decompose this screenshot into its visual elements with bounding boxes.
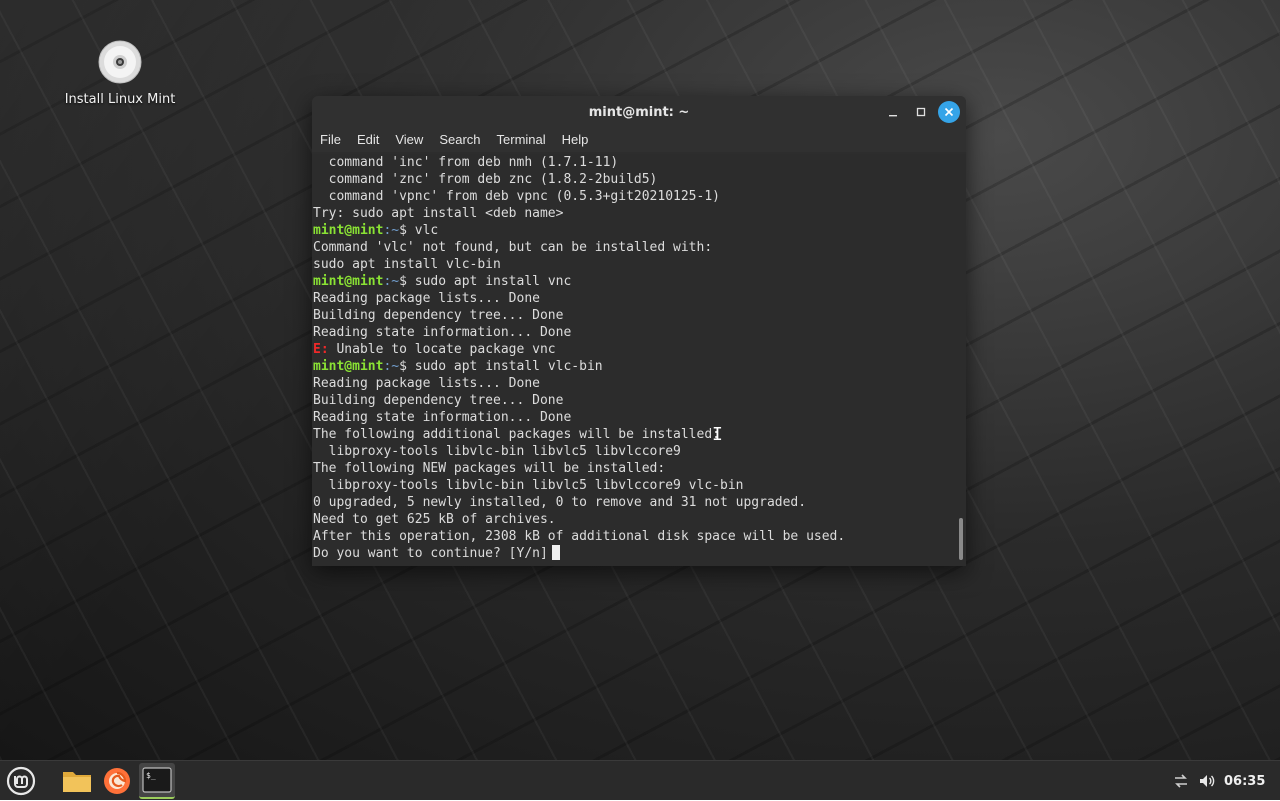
line-text: command 'vpnc' from deb vpnc (0.5.3+git2… <box>313 189 720 204</box>
terminal-line: mint@mint:~$ sudo apt install vnc <box>313 273 845 290</box>
terminal-icon: $_ <box>142 767 172 793</box>
disc-icon <box>98 40 142 84</box>
prompt-path: :~ <box>383 223 400 238</box>
terminal-line: E: Unable to locate package vnc <box>313 341 845 358</box>
terminal-line: Do you want to continue? [Y/n] <box>313 545 845 562</box>
terminal-line: Command 'vlc' not found, but can be inst… <box>313 239 845 256</box>
terminal-line: Reading package lists... Done <box>313 290 845 307</box>
line-text: sudo apt install vlc-bin <box>313 257 501 272</box>
network-icon <box>1175 774 1187 788</box>
network-tray[interactable] <box>1172 761 1190 801</box>
terminal-line: Need to get 625 kB of archives. <box>313 511 845 528</box>
prompt-user: mint@mint <box>313 274 384 289</box>
line-text: command 'znc' from deb znc (1.8.2-2build… <box>313 172 658 187</box>
prompt-path: :~ <box>383 274 400 289</box>
menu-help[interactable]: Help <box>554 128 597 152</box>
terminal-line: Reading state information... Done <box>313 324 845 341</box>
terminal-line: Reading package lists... Done <box>313 375 845 392</box>
menu-edit[interactable]: Edit <box>349 128 387 152</box>
prompt-user: mint@mint <box>313 223 384 238</box>
terminal-line: 0 upgraded, 5 newly installed, 0 to remo… <box>313 494 845 511</box>
terminal-line: Building dependency tree... Done <box>313 392 845 409</box>
terminal-line: mint@mint:~$ vlc <box>313 222 845 239</box>
terminal-line: Building dependency tree... Done <box>313 307 845 324</box>
mint-logo-icon <box>6 766 36 796</box>
line-text: The following NEW packages will be insta… <box>313 461 666 476</box>
line-text: 0 upgraded, 5 newly installed, 0 to remo… <box>313 495 807 510</box>
firefox-launcher[interactable] <box>99 763 135 799</box>
command-text: vlc <box>414 223 439 238</box>
close-icon <box>944 107 954 117</box>
line-text: Unable to locate package vnc <box>328 342 556 357</box>
terminal-line: mint@mint:~$ sudo apt install vlc-bin <box>313 358 845 375</box>
line-text: Do you want to continue? [Y/n] <box>313 546 548 561</box>
line-text: libproxy-tools libvlc-bin libvlc5 libvlc… <box>313 444 681 459</box>
menu-bar: File Edit View Search Terminal Help <box>312 128 966 152</box>
menu-file[interactable]: File <box>312 128 349 152</box>
error-prefix: E: <box>313 342 329 357</box>
firefox-icon <box>104 768 130 794</box>
prompt-path: :~ <box>383 359 400 374</box>
terminal-line: libproxy-tools libvlc-bin libvlc5 libvlc… <box>313 477 845 494</box>
minimize-button[interactable] <box>882 101 904 123</box>
panel-clock[interactable]: 06:35 <box>1224 761 1265 801</box>
terminal-line: command 'vpnc' from deb vpnc (0.5.3+git2… <box>313 188 845 205</box>
window-controls <box>882 101 960 123</box>
terminal-line: The following additional packages will b… <box>313 426 845 443</box>
line-text: Building dependency tree... Done <box>313 308 564 323</box>
menu-view[interactable]: View <box>387 128 431 152</box>
minimize-icon <box>889 115 897 117</box>
line-text: Try: sudo apt install <deb name> <box>313 206 564 221</box>
volume-tray[interactable] <box>1198 761 1216 801</box>
maximize-button[interactable] <box>910 101 932 123</box>
terminal-cursor <box>551 545 560 560</box>
terminal-taskbar-button[interactable]: $_ <box>139 763 175 799</box>
line-text: libproxy-tools libvlc-bin libvlc5 libvlc… <box>313 478 744 493</box>
line-text: Reading package lists... Done <box>313 376 540 391</box>
terminal-lines: command 'inc' from deb nmh (1.7.1-11) co… <box>313 154 845 562</box>
prompt-symbol: $ <box>399 223 415 238</box>
desktop-icon-install-linux-mint[interactable]: Install Linux Mint <box>64 40 176 107</box>
volume-icon <box>1200 775 1215 787</box>
menu-search[interactable]: Search <box>431 128 488 152</box>
close-button[interactable] <box>938 101 960 123</box>
terminal-line: After this operation, 2308 kB of additio… <box>313 528 845 545</box>
terminal-window[interactable]: mint@mint: ~ File Edit View Search Termi… <box>312 96 966 566</box>
taskbar-panel: $_ 06:35 <box>0 760 1280 800</box>
menu-terminal[interactable]: Terminal <box>489 128 554 152</box>
terminal-line: sudo apt install vlc-bin <box>313 256 845 273</box>
line-text: The following additional packages will b… <box>313 427 720 442</box>
prompt-user: mint@mint <box>313 359 384 374</box>
folder-icon <box>63 772 91 792</box>
terminal-line: The following NEW packages will be insta… <box>313 460 845 477</box>
line-text: Reading package lists... Done <box>313 291 540 306</box>
line-text: Building dependency tree... Done <box>313 393 564 408</box>
command-text: sudo apt install vnc <box>414 274 572 289</box>
line-text: Reading state information... Done <box>313 325 572 340</box>
maximize-icon <box>916 107 926 117</box>
line-text: Reading state information... Done <box>313 410 572 425</box>
desktop-icon-label: Install Linux Mint <box>64 92 176 107</box>
window-title: mint@mint: ~ <box>588 104 690 120</box>
terminal-output[interactable]: command 'inc' from deb nmh (1.7.1-11) co… <box>312 154 956 566</box>
terminal-line: command 'znc' from deb znc (1.8.2-2build… <box>313 171 845 188</box>
window-titlebar[interactable]: mint@mint: ~ <box>312 96 966 128</box>
terminal-line: Reading state information... Done <box>313 409 845 426</box>
terminal-line: Try: sudo apt install <deb name> <box>313 205 845 222</box>
line-text: Need to get 625 kB of archives. <box>313 512 556 527</box>
terminal-line: libproxy-tools libvlc-bin libvlc5 libvlc… <box>313 443 845 460</box>
scrollbar-thumb[interactable] <box>959 518 963 560</box>
files-launcher[interactable] <box>59 763 95 799</box>
start-menu-button[interactable] <box>3 763 39 799</box>
line-text: After this operation, 2308 kB of additio… <box>313 529 846 544</box>
terminal-scrollbar[interactable] <box>956 154 966 566</box>
command-text: sudo apt install vlc-bin <box>414 359 603 374</box>
text-cursor-icon: I <box>712 424 723 445</box>
line-text: command 'inc' from deb nmh (1.7.1-11) <box>313 155 619 170</box>
prompt-symbol: $ <box>399 274 415 289</box>
svg-text:$_: $_ <box>146 771 156 780</box>
prompt-symbol: $ <box>399 359 415 374</box>
terminal-line: command 'inc' from deb nmh (1.7.1-11) <box>313 154 845 171</box>
line-text: Command 'vlc' not found, but can be inst… <box>313 240 713 255</box>
